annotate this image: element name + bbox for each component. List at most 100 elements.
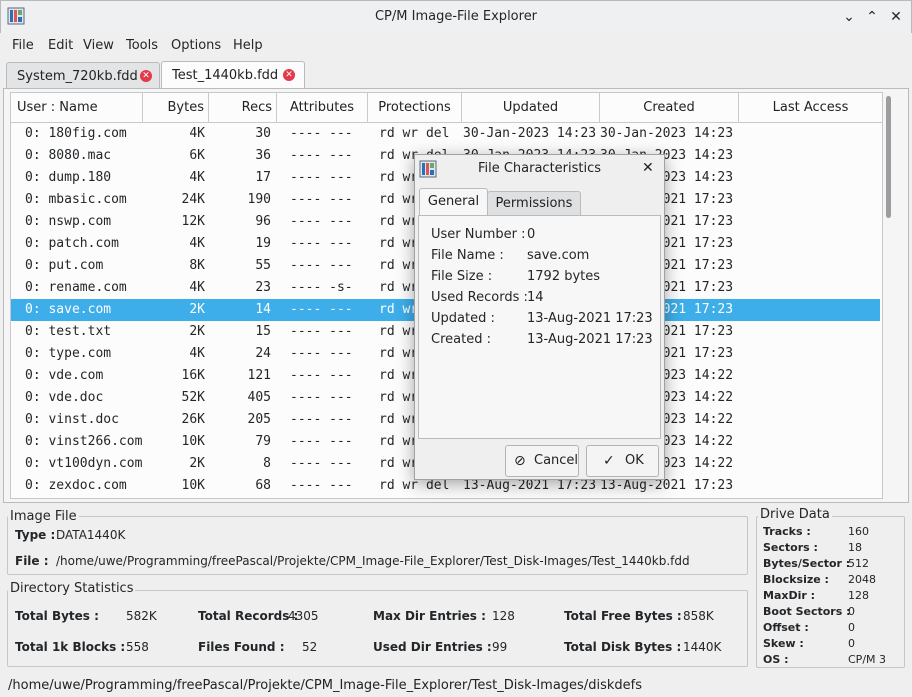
col-header-recs[interactable]: Recs bbox=[209, 93, 277, 123]
tab-close-icon[interactable]: ✕ bbox=[283, 69, 295, 81]
close-icon[interactable]: ✕ bbox=[886, 7, 906, 27]
cell-updated: 30-Jan-2023 14:23 bbox=[463, 126, 597, 141]
drive-value: 0 bbox=[848, 605, 855, 618]
cell-recs: 55 bbox=[255, 258, 271, 273]
cell-attr: ---- --- bbox=[290, 170, 353, 185]
cancel-icon: ⊘ bbox=[514, 453, 526, 469]
cell-recs: 15 bbox=[255, 324, 271, 339]
cell-attr: ---- --- bbox=[290, 478, 353, 493]
dialog-tab-general[interactable]: General bbox=[419, 188, 488, 217]
cell-bytes: 2K bbox=[189, 324, 205, 339]
stat-label: Total 1k Blocks : bbox=[15, 640, 126, 654]
drive-value: 0 bbox=[848, 621, 855, 634]
cell-bytes: 2K bbox=[189, 302, 205, 317]
cell-recs: 19 bbox=[255, 236, 271, 251]
title-bar: CP/M Image-File Explorer ⌄ ⌃ ✕ bbox=[0, 0, 912, 33]
stat-value: 128 bbox=[492, 609, 515, 623]
cell-recs: 36 bbox=[255, 148, 271, 163]
tab-label: Test_1440kb.fdd bbox=[172, 68, 279, 83]
cell-name: 0: zexdoc.com bbox=[25, 478, 127, 493]
cell-bytes: 2K bbox=[189, 456, 205, 471]
stat-value: 858K bbox=[683, 609, 714, 623]
col-header-last-access[interactable]: Last Access bbox=[739, 93, 882, 123]
cell-bytes: 52K bbox=[181, 390, 205, 405]
file-value: /home/uwe/Programming/freePascal/Projekt… bbox=[56, 554, 690, 568]
file-label: File : bbox=[15, 554, 49, 568]
dialog-field-value: 0 bbox=[527, 227, 536, 242]
dialog-field-label: Updated : bbox=[431, 311, 495, 326]
cell-recs: 30 bbox=[255, 126, 271, 141]
cell-recs: 17 bbox=[255, 170, 271, 185]
cell-bytes: 16K bbox=[181, 368, 205, 383]
drive-value: 512 bbox=[848, 557, 869, 570]
cell-name: 0: 180fig.com bbox=[25, 126, 127, 141]
dialog-close-icon[interactable]: ✕ bbox=[642, 160, 654, 176]
table-scrollbar[interactable] bbox=[883, 92, 895, 497]
stat-value: 582K bbox=[126, 609, 157, 623]
cell-name: 0: 8080.mac bbox=[25, 148, 112, 163]
col-header-name[interactable]: User : Name bbox=[11, 93, 143, 123]
drive-data-title: Drive Data bbox=[758, 507, 832, 522]
cell-bytes: 4K bbox=[189, 126, 205, 141]
dialog-field-label: User Number : bbox=[431, 227, 526, 242]
table-row[interactable]: 0: 180fig.com 4K 30 ---- --- rd wr del 30-Jan… bbox=[11, 123, 880, 145]
cell-name: 0: save.com bbox=[25, 302, 112, 317]
scrollbar-thumb[interactable] bbox=[886, 96, 891, 218]
col-header-attributes[interactable]: Attributes bbox=[277, 93, 368, 123]
cell-created: 30-Jan-2023 14:23 bbox=[600, 126, 734, 141]
cell-attr: ---- --- bbox=[290, 192, 353, 207]
dialog-field-value: save.com bbox=[527, 248, 590, 263]
window-title: CP/M Image-File Explorer bbox=[374, 9, 538, 24]
cancel-button[interactable]: ⊘ Cancel bbox=[505, 445, 579, 477]
menu-options[interactable]: Options bbox=[171, 38, 221, 53]
tab-close-icon[interactable]: ✕ bbox=[140, 70, 152, 82]
cell-bytes: 6K bbox=[189, 148, 205, 163]
cell-attr: ---- --- bbox=[290, 236, 353, 251]
menu-help[interactable]: Help bbox=[233, 38, 263, 53]
drive-label: Offset : bbox=[763, 621, 809, 634]
drive-label: Tracks : bbox=[763, 525, 811, 538]
stat-label: Files Found : bbox=[198, 640, 285, 654]
stat-value: 99 bbox=[492, 640, 508, 654]
cell-attr: ---- --- bbox=[290, 148, 353, 163]
stat-label: Total Bytes : bbox=[15, 609, 99, 623]
col-header-protections[interactable]: Protections bbox=[368, 93, 462, 123]
cell-recs: 24 bbox=[255, 346, 271, 361]
cell-prot: rd wr del bbox=[379, 126, 450, 141]
cell-attr: ---- --- bbox=[290, 346, 353, 361]
ok-button[interactable]: ✓ OK bbox=[586, 445, 659, 477]
drive-value: CP/M 3 bbox=[848, 653, 887, 666]
directory-statistics-group bbox=[7, 590, 748, 667]
cell-attr: ---- --- bbox=[290, 390, 353, 405]
stat-label: Max Dir Entries : bbox=[373, 609, 486, 623]
menu-file[interactable]: File bbox=[12, 38, 34, 53]
col-header-updated[interactable]: Updated bbox=[462, 93, 600, 123]
cell-attr: ---- --- bbox=[290, 412, 353, 427]
ok-button-label: OK bbox=[625, 453, 644, 468]
cell-attr: ---- --- bbox=[290, 302, 353, 317]
tab-test-1440kb[interactable]: Test_1440kb.fdd ✕ bbox=[161, 61, 305, 89]
menu-tools[interactable]: Tools bbox=[126, 38, 158, 53]
cell-bytes: 12K bbox=[181, 214, 205, 229]
minimize-icon[interactable]: ⌄ bbox=[839, 7, 859, 27]
cell-name: 0: mbasic.com bbox=[25, 192, 127, 207]
cell-bytes: 4K bbox=[189, 236, 205, 251]
col-header-created[interactable]: Created bbox=[600, 93, 739, 123]
menu-view[interactable]: View bbox=[83, 38, 114, 53]
dialog-tab-permissions[interactable]: Permissions bbox=[487, 191, 581, 216]
cell-name: 0: rename.com bbox=[25, 280, 127, 295]
col-header-bytes[interactable]: Bytes bbox=[143, 93, 209, 123]
cell-attr: ---- --- bbox=[290, 434, 353, 449]
cell-bytes: 24K bbox=[181, 192, 205, 207]
cell-bytes: 8K bbox=[189, 258, 205, 273]
directory-statistics-title: Directory Statistics bbox=[8, 581, 136, 596]
type-value: DATA1440K bbox=[56, 528, 126, 542]
menu-edit[interactable]: Edit bbox=[48, 38, 73, 53]
cell-recs: 190 bbox=[247, 192, 271, 207]
maximize-icon[interactable]: ⌃ bbox=[862, 7, 882, 27]
tab-system-720kb[interactable]: System_720kb.fdd ✕ bbox=[6, 62, 160, 89]
drive-value: 2048 bbox=[848, 573, 876, 586]
menu-bar: File Edit View Tools Options Help bbox=[1, 33, 909, 59]
cell-recs: 79 bbox=[255, 434, 271, 449]
file-characteristics-dialog: File Characteristics ✕ General Permissio… bbox=[414, 154, 665, 480]
